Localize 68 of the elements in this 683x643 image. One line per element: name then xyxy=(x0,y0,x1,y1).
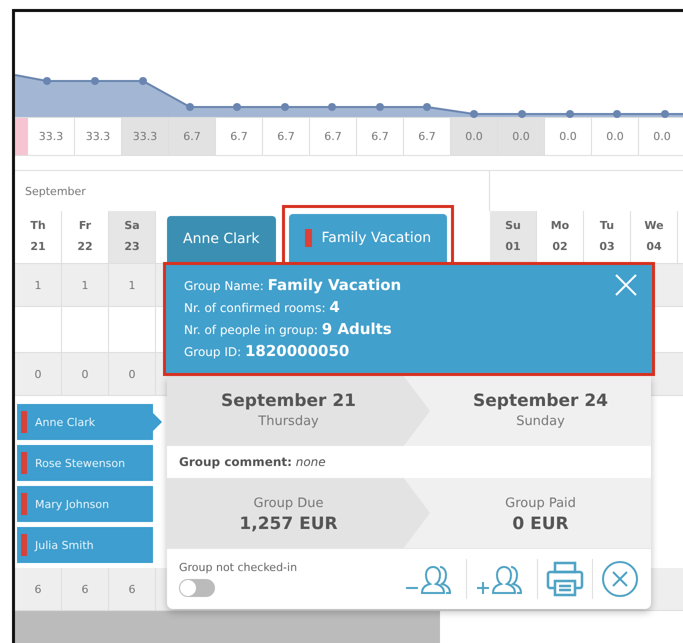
data-point xyxy=(376,103,384,111)
checkin-label: Group not checked-in xyxy=(179,561,298,574)
data-point xyxy=(661,110,669,118)
arrival-weekday: Thursday xyxy=(258,414,319,428)
day-header: Su 01 xyxy=(490,211,537,263)
data-point xyxy=(613,110,621,118)
table-cell: 0 xyxy=(15,353,62,395)
printer-icon[interactable] xyxy=(546,561,584,597)
checkin-toggle[interactable] xyxy=(179,579,215,597)
status-marker xyxy=(21,411,27,433)
month-label: September xyxy=(25,184,86,198)
guest-tab[interactable]: Anne Clark xyxy=(167,216,276,262)
departure-weekday: Sunday xyxy=(516,414,565,428)
data-point xyxy=(139,77,147,85)
value-cell: 0.0 xyxy=(592,118,639,155)
status-marker xyxy=(21,493,27,515)
value-cell: 6.7 xyxy=(310,118,357,155)
value-cell: 33.3 xyxy=(122,118,169,155)
table-cell: 1 xyxy=(15,264,62,306)
data-point xyxy=(281,103,289,111)
booking-bar[interactable]: Julia Smith xyxy=(17,527,153,563)
paid-label: Group Paid xyxy=(505,496,576,510)
status-marker xyxy=(21,452,27,474)
day-header: Sa 23 xyxy=(109,211,156,263)
day-header: Th 21 xyxy=(15,211,62,263)
close-icon[interactable] xyxy=(614,273,638,297)
table-cell: 0 xyxy=(109,353,156,395)
data-point xyxy=(186,103,194,111)
value-cell: 6.7 xyxy=(357,118,404,155)
data-point xyxy=(470,110,478,118)
data-point xyxy=(233,103,241,111)
paid-amount: 0 EUR xyxy=(512,514,569,534)
booking-bar[interactable]: Mary Johnson xyxy=(17,486,153,522)
info-line: Nr. of confirmed rooms: 4 xyxy=(184,297,340,318)
info-line: Nr. of people in group: 9 Adults xyxy=(184,319,392,340)
cancel-icon[interactable] xyxy=(601,560,639,598)
value-cell: 6.7 xyxy=(169,118,216,155)
data-point xyxy=(91,77,99,85)
data-point xyxy=(423,103,431,111)
data-point xyxy=(328,103,336,111)
value-cell: 6.7 xyxy=(216,118,263,155)
table-cell: 0 xyxy=(62,353,109,395)
info-line: Group Name: Family Vacation xyxy=(184,275,402,296)
value-cell: 6.7 xyxy=(263,118,310,155)
value-cell: 0.0 xyxy=(451,118,498,155)
value-cell: 0.0 xyxy=(545,118,592,155)
group-comment: Group comment: none xyxy=(178,454,327,471)
booking-bar[interactable]: Anne Clark xyxy=(17,404,153,440)
table-cell: 6 xyxy=(109,568,156,610)
table-cell: 6 xyxy=(62,568,109,610)
due-label: Group Due xyxy=(254,496,324,510)
arrival-date: September 21 xyxy=(221,390,356,410)
value-cell: 0.0 xyxy=(498,118,545,155)
table-cell: 1 xyxy=(62,264,109,306)
table-cell: 6 xyxy=(15,568,62,610)
status-marker xyxy=(21,534,27,556)
data-point xyxy=(566,110,574,118)
value-cell: 33.3 xyxy=(28,118,75,155)
table-cell: 1 xyxy=(109,264,156,306)
booking-bar[interactable]: Rose Stewenson xyxy=(17,445,153,481)
group-tab[interactable]: Family Vacation xyxy=(288,214,448,262)
departure-date: September 24 xyxy=(473,390,608,410)
due-amount: 1,257 EUR xyxy=(239,514,338,534)
value-cell: 0.0 xyxy=(639,118,683,155)
cell-marker xyxy=(15,118,28,155)
info-line: Group ID: 1820000050 xyxy=(184,341,350,362)
data-point xyxy=(43,77,51,85)
data-point xyxy=(518,110,526,118)
